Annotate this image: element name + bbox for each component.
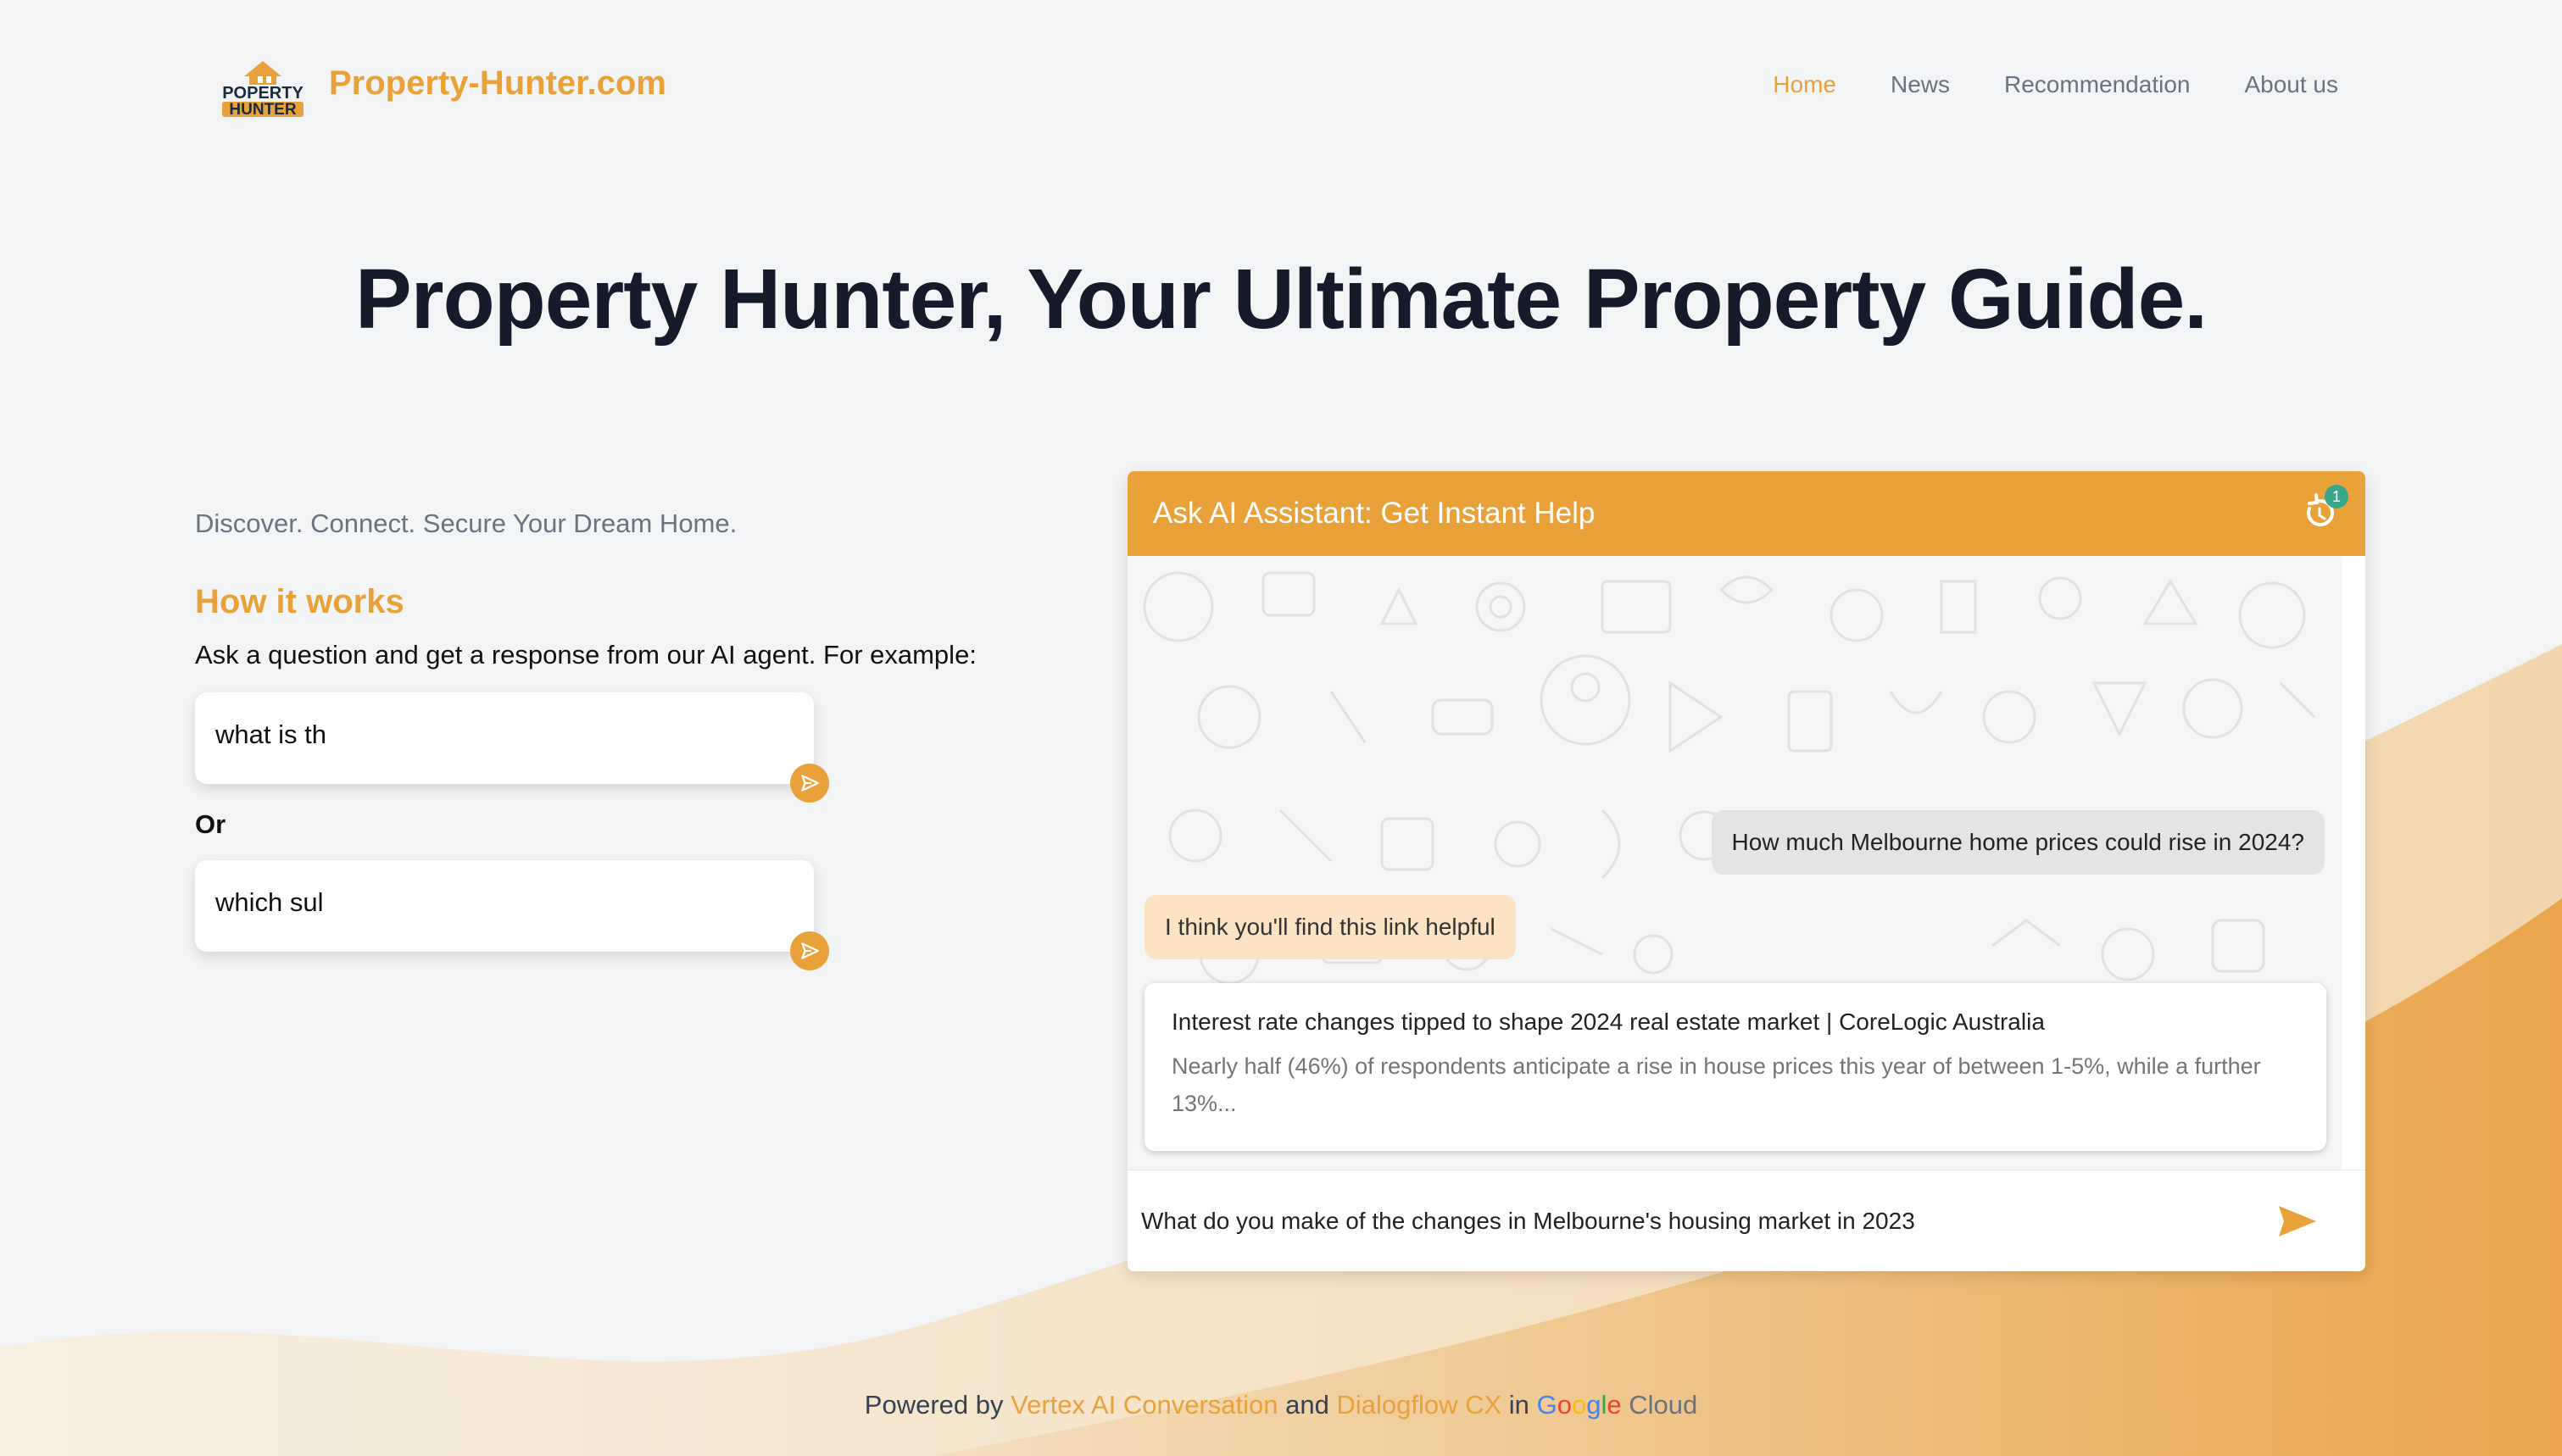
ai-chat-widget: Ask AI Assistant: Get Instant Help 1 How… (1128, 471, 2365, 1271)
chat-scrollbar[interactable] (2342, 556, 2365, 1170)
footer-in: in (1508, 1390, 1529, 1420)
send-example-1-icon[interactable] (790, 764, 829, 803)
link-card[interactable]: Interest rate changes tipped to shape 20… (1145, 983, 2326, 1151)
footer-vertex-link[interactable]: Vertex AI Conversation (1011, 1390, 1278, 1420)
notification-badge: 1 (2325, 485, 2348, 508)
how-it-works-heading: How it works (195, 583, 404, 620)
logo-text-bottom: HUNTER (229, 101, 296, 119)
google-letter-o2: o (1571, 1390, 1587, 1420)
send-message-icon[interactable] (2277, 1204, 2318, 1238)
logo-text-top: POPERTY (222, 84, 304, 103)
chat-messages[interactable]: How much Melbourne home prices could ris… (1128, 556, 2342, 1170)
how-it-works-description: Ask a question and get a response from o… (195, 640, 977, 670)
footer-google-cloud[interactable]: Google Cloud (1537, 1390, 1698, 1420)
or-separator: Or (195, 809, 226, 839)
nav-news[interactable]: News (1891, 71, 1950, 98)
example-question-2-text: which sul (215, 887, 324, 917)
bot-message: I think you'll find this link helpful (1145, 895, 1516, 959)
footer-dialogflow-link[interactable]: Dialogflow CX (1336, 1390, 1501, 1420)
google-letter-o1: o (1557, 1390, 1572, 1420)
example-question-1-text: what is th (215, 720, 326, 749)
google-letter-g: G (1536, 1390, 1557, 1420)
hero-title: Property Hunter, Your Ultimate Property … (354, 252, 2208, 347)
google-letter-e: e (1607, 1390, 1622, 1420)
nav-links: Home News Recommendation About us (1773, 71, 2338, 98)
google-letter-g2: g (1586, 1390, 1601, 1420)
link-card-title[interactable]: Interest rate changes tipped to shape 20… (1172, 1009, 2299, 1036)
link-card-description: Nearly half (46%) of respondents anticip… (1172, 1053, 2261, 1116)
top-navbar: POPERTY HUNTER Property-Hunter.com Home … (0, 0, 2562, 169)
chat-title: Ask AI Assistant: Get Instant Help (1153, 497, 1596, 530)
footer-powered-by: Powered by (864, 1390, 1004, 1420)
brand-name-link[interactable]: Property-Hunter.com (329, 64, 666, 103)
footer: Powered by Vertex AI Conversation and Di… (0, 1390, 2562, 1420)
footer-and: and (1285, 1390, 1329, 1420)
user-message: How much Melbourne home prices could ris… (1711, 810, 2325, 875)
chat-input-field[interactable]: What do you make of the changes in Melbo… (1141, 1208, 1915, 1235)
chat-input-bar: What do you make of the changes in Melbo… (1128, 1170, 2365, 1271)
send-example-2-icon[interactable] (790, 931, 829, 970)
footer-cloud: Cloud (1629, 1390, 1698, 1420)
nav-recommendation[interactable]: Recommendation (2004, 71, 2190, 98)
nav-about-us[interactable]: About us (2244, 71, 2338, 98)
chat-header: Ask AI Assistant: Get Instant Help 1 (1128, 471, 2365, 556)
example-question-2[interactable]: which sul (195, 860, 829, 970)
example-question-1[interactable]: what is th (195, 692, 829, 803)
tagline: Discover. Connect. Secure Your Dream Hom… (195, 508, 738, 538)
how-it-works-panel: Discover. Connect. Secure Your Dream Hom… (195, 508, 1043, 970)
nav-home[interactable]: Home (1773, 71, 1836, 98)
property-hunter-logo[interactable]: POPERTY HUNTER (219, 51, 307, 119)
